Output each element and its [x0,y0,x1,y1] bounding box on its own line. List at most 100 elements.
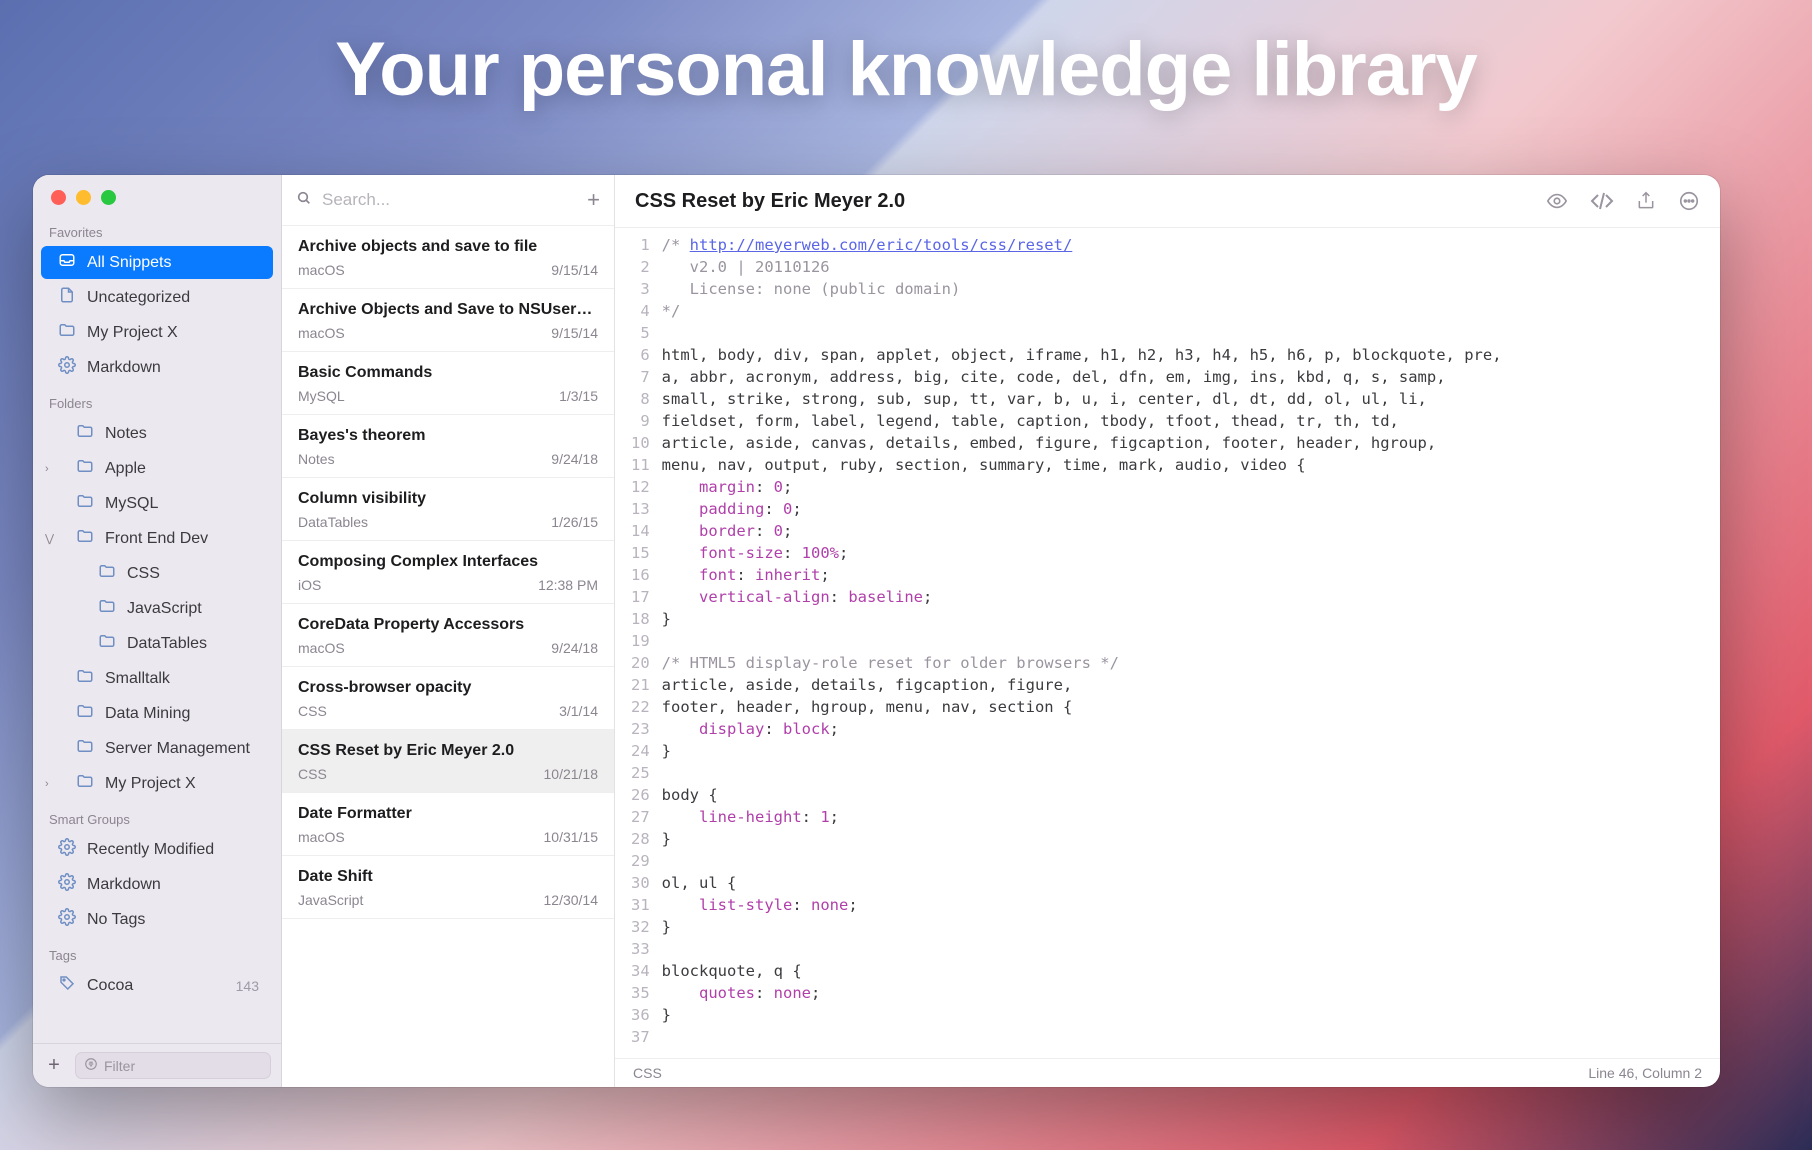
list-item-title: Column visibility [298,490,598,508]
list-item-date: 12/30/14 [544,892,599,908]
folder-icon [75,772,95,795]
disclosure-triangle[interactable]: ⋁ [45,532,59,545]
editor-pane: CSS Reset by Eric Meyer 2.0 1 2 3 4 5 6 … [615,175,1720,1087]
gear-icon [57,356,77,379]
sidebar-item-label: Uncategorized [87,289,190,307]
list-item-category: macOS [298,325,345,341]
share-icon[interactable] [1636,191,1656,211]
sidebar-item-label: Apple [105,460,146,478]
list-item-title: Date Shift [298,868,598,886]
folder-icon [75,527,95,550]
sidebar-item-label: No Tags [87,911,145,929]
list-item-date: 9/24/18 [551,451,598,467]
list-item-date: 1/3/15 [559,388,598,404]
sidebar-item-label: Recently Modified [87,841,214,859]
list-item[interactable]: Date ShiftJavaScript12/30/14 [282,856,614,919]
sidebar-item-markdown[interactable]: Markdown [41,868,273,901]
list-item-date: 1/26/15 [551,514,598,530]
list-item-title: Bayes's theorem [298,427,598,445]
list-item[interactable]: CSS Reset by Eric Meyer 2.0 CSS 10/21/18 [282,730,614,793]
snippet-title[interactable]: CSS Reset by Eric Meyer 2.0 [635,190,1546,213]
folder-icon [97,562,117,585]
list-item-category: macOS [298,262,345,278]
sidebar-item-css[interactable]: CSS [41,557,273,590]
zoom-button[interactable] [101,190,116,205]
filter-input[interactable]: Filter [75,1052,271,1079]
editor-header: CSS Reset by Eric Meyer 2.0 [615,175,1720,228]
sidebar-item-notes[interactable]: Notes [41,417,273,450]
list-item-date: 10/21/18 [544,766,599,782]
filter-placeholder: Filter [104,1058,135,1074]
list-item-title: Date Formatter [298,805,598,823]
sidebar-item-server-management[interactable]: Server Management [41,732,273,765]
list-item-category: CSS [298,766,327,782]
sidebar-item-javascript[interactable]: JavaScript [41,592,273,625]
doc-icon [57,286,77,309]
folder-icon [75,702,95,725]
list-item-title: Archive Objects and Save to NSUser… [298,301,598,319]
close-button[interactable] [51,190,66,205]
sidebar-item-no-tags[interactable]: No Tags [41,903,273,936]
sidebar-item-all-snippets[interactable]: All Snippets [41,246,273,279]
window-traffic-lights[interactable] [33,175,281,215]
list-item[interactable]: Composing Complex InterfacesiOS12:38 PM [282,541,614,604]
list-item-title: Cross-browser opacity [298,679,598,697]
sidebar-section-smart: Smart Groups [33,802,281,831]
more-icon[interactable] [1678,190,1700,212]
sidebar-item-label: Smalltalk [105,670,170,688]
sidebar-item-label: Notes [105,425,147,443]
sidebar-item-my-project-x[interactable]: ›My Project X [41,767,273,800]
language-label[interactable]: CSS [633,1065,662,1081]
sidebar-item-label: Front End Dev [105,530,208,548]
sidebar-item-my-project-x[interactable]: My Project X [41,316,273,349]
list-item[interactable]: Archive Objects and Save to NSUser… macOS… [282,289,614,352]
list-item[interactable]: Basic CommandsMySQL1/3/15 [282,352,614,415]
sidebar-item-data-mining[interactable]: Data Mining [41,697,273,730]
sidebar-item-recently-modified[interactable]: Recently Modified [41,833,273,866]
preview-icon[interactable] [1546,190,1568,212]
sidebar-item-datatables[interactable]: DataTables [41,627,273,660]
sidebar-item-apple[interactable]: › Apple [41,452,273,485]
sidebar-item-label: JavaScript [127,600,202,618]
sidebar-item-uncategorized[interactable]: Uncategorized [41,281,273,314]
sidebar-item-label: CSS [127,565,160,583]
sidebar-item-front-end-dev[interactable]: ⋁ Front End Dev [41,522,273,555]
sidebar-item-smalltalk[interactable]: Smalltalk [41,662,273,695]
gear-icon [57,873,77,896]
folder-icon [75,737,95,760]
list-item-date: 3/1/14 [559,703,598,719]
sidebar-item-cocoa[interactable]: Cocoa143 [41,969,273,1002]
add-snippet-button[interactable]: + [587,187,600,213]
folder-icon [75,457,95,480]
sidebar-item-label: Cocoa [87,977,133,995]
folder-icon [75,667,95,690]
search-input[interactable] [322,190,577,210]
line-gutter: 1 2 3 4 5 6 7 8 9 10 11 12 13 14 15 16 1… [615,234,662,1058]
list-item-title: CSS Reset by Eric Meyer 2.0 [298,742,598,760]
sidebar-item-mysql[interactable]: MySQL [41,487,273,520]
list-item-category: macOS [298,829,345,845]
list-item[interactable]: Cross-browser opacityCSS3/1/14 [282,667,614,730]
code-editor[interactable]: 1 2 3 4 5 6 7 8 9 10 11 12 13 14 15 16 1… [615,228,1720,1058]
list-item[interactable]: CoreData Property AccessorsmacOS9/24/18 [282,604,614,667]
minimize-button[interactable] [76,190,91,205]
list-item-category: iOS [298,577,321,593]
tray-icon [57,251,77,274]
disclosure-triangle[interactable]: › [45,463,59,475]
code-icon[interactable] [1590,189,1614,213]
list-item[interactable]: Column visibilityDataTables1/26/15 [282,478,614,541]
disclosure-triangle[interactable]: › [45,778,59,790]
list-item-title: Basic Commands [298,364,598,382]
code-content[interactable]: /* http://meyerweb.com/eric/tools/css/re… [662,234,1502,1058]
add-button[interactable]: + [43,1054,65,1077]
list-header: + [282,175,614,226]
list-item[interactable]: Archive objects and save to filemacOS9/1… [282,226,614,289]
list-item[interactable]: Date FormattermacOS10/31/15 [282,793,614,856]
sidebar-item-markdown[interactable]: Markdown [41,351,273,384]
sidebar-section-favorites: Favorites [33,215,281,244]
folder-icon [75,422,95,445]
list-item[interactable]: Bayes's theoremNotes9/24/18 [282,415,614,478]
sidebar-item-label: Server Management [105,740,250,758]
sidebar-item-label: MySQL [105,495,158,513]
list-item-date: 12:38 PM [538,577,598,593]
